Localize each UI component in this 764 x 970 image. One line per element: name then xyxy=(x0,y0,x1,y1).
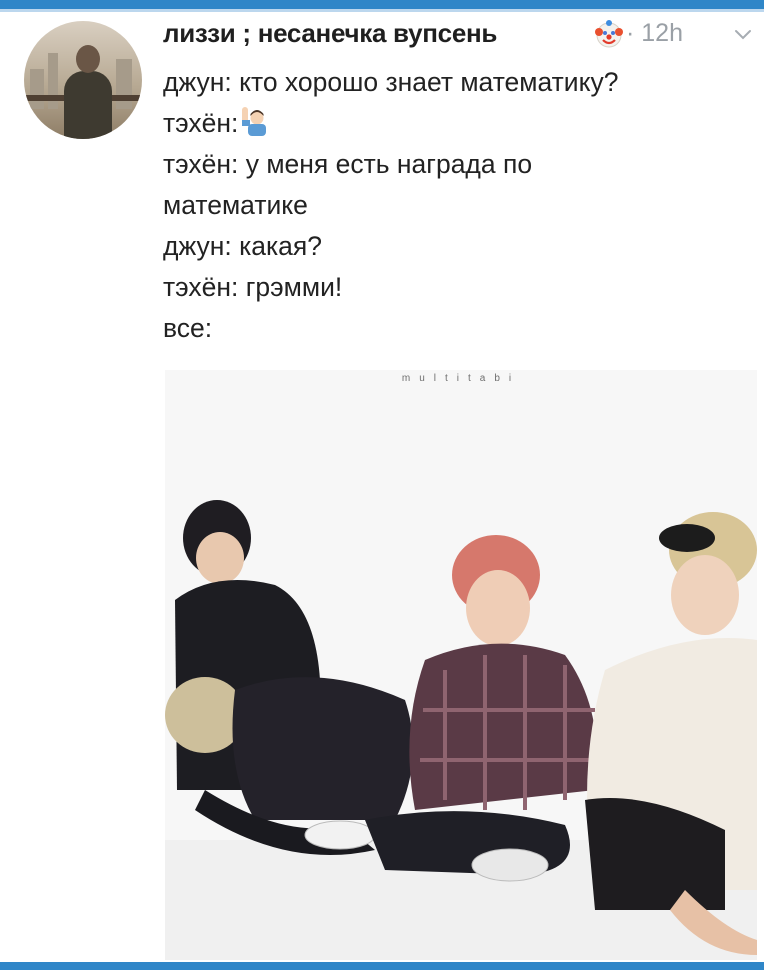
tweet-line: джун: кто хорошо знает математику? xyxy=(163,67,619,97)
tweet-media-image[interactable]: multitabi xyxy=(165,370,757,960)
tweet-timestamp: · 12h xyxy=(626,19,683,47)
media-watermark: multitabi xyxy=(401,373,521,384)
tweet-line: тэхён: грэмми! xyxy=(163,272,343,302)
tweet-line: математике xyxy=(163,190,308,220)
chevron-down-icon[interactable] xyxy=(733,24,753,44)
bottom-status-strip xyxy=(0,962,764,970)
tweet-line: все: xyxy=(163,313,213,343)
tweet-header: лиззи ; несанечка вупсень · 12h xyxy=(163,14,753,54)
clown-face-icon xyxy=(595,20,623,48)
top-status-strip xyxy=(0,0,764,12)
tweet-line: джун: какая? xyxy=(163,231,323,261)
avatar[interactable] xyxy=(24,21,142,139)
author-name[interactable]: лиззи ; несанечка вупсень xyxy=(163,18,497,49)
tweet-line: тэхён: у меня есть награда по xyxy=(163,149,533,179)
tweet-line: тэхён: xyxy=(163,103,758,144)
tweet-text: джун: кто хорошо знает математику? тэхён… xyxy=(163,62,758,349)
man-raising-hand-icon xyxy=(242,107,267,136)
group-photo xyxy=(165,500,757,960)
